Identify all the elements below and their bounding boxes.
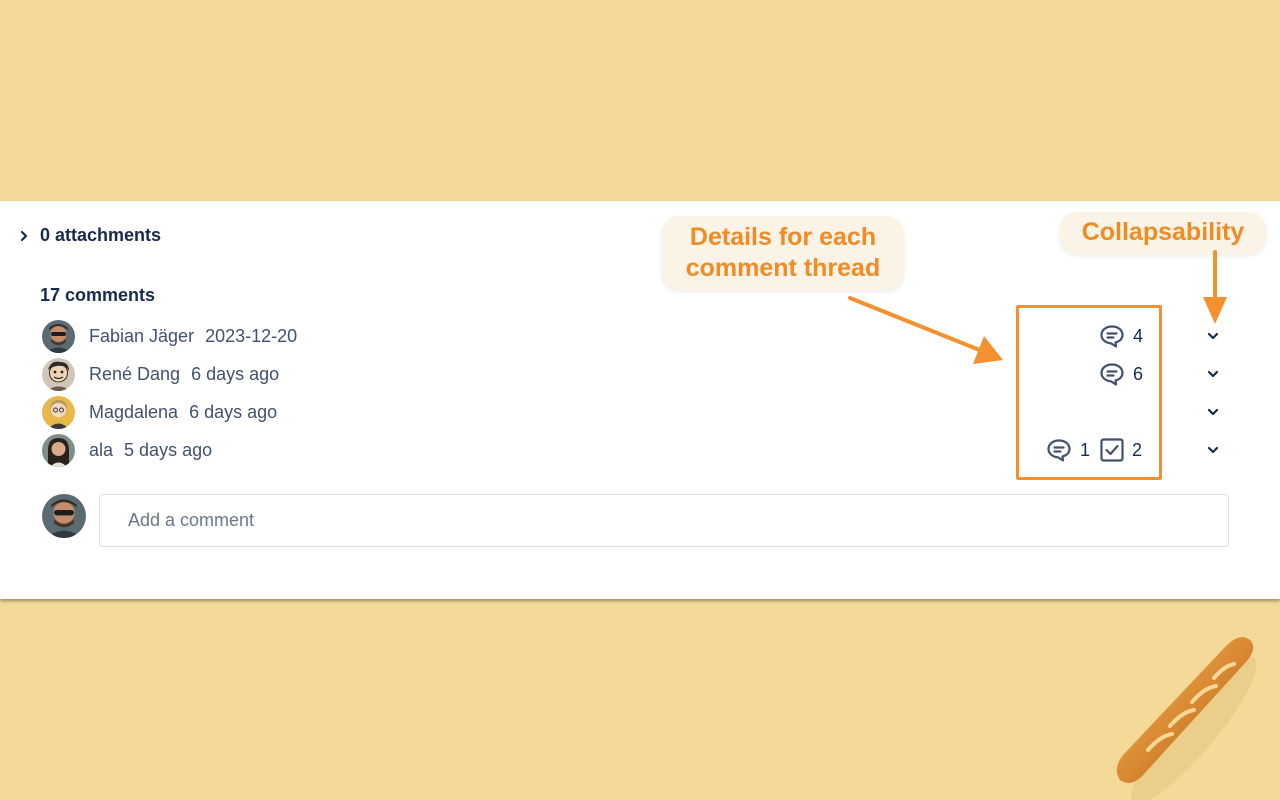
chevron-down-icon	[1207, 441, 1219, 459]
details-callout-line2: comment thread	[685, 254, 881, 282]
details-callout: Details for each comment thread	[662, 216, 904, 290]
details-callout-line1: Details for each	[689, 223, 877, 251]
comment-author[interactable]: Magdalena	[89, 402, 178, 423]
comment-date: 6 days ago	[191, 363, 280, 384]
collapsability-callout: Collapsability	[1060, 212, 1266, 254]
thread-collapse-toggle[interactable]	[1204, 328, 1222, 344]
thread-collapse-toggle[interactable]	[1204, 442, 1222, 458]
comment-author[interactable]: Fabian Jäger	[89, 326, 194, 347]
baguette-icon	[1098, 618, 1280, 800]
chevron-right-icon	[18, 230, 30, 242]
add-comment-input[interactable]	[99, 494, 1229, 547]
comment-author[interactable]: ala	[89, 440, 113, 461]
thread-collapse-toggle[interactable]	[1204, 404, 1222, 420]
comment-date: 5 days ago	[124, 439, 213, 460]
avatar[interactable]	[42, 357, 75, 391]
avatar[interactable]	[42, 433, 75, 467]
chevron-down-icon	[1207, 403, 1219, 421]
attachments-label: 0 attachments	[40, 225, 162, 245]
chevron-down-icon	[1207, 365, 1219, 383]
avatar[interactable]	[42, 395, 75, 429]
comment-date: 6 days ago	[189, 401, 278, 422]
thread-collapse-toggle[interactable]	[1204, 366, 1222, 382]
comments-count-heading: 17 comments	[40, 285, 156, 305]
thread-details-highlight	[1016, 305, 1162, 480]
chevron-down-icon	[1207, 327, 1219, 345]
avatar	[42, 494, 86, 538]
comment-date: 2023-12-20	[205, 325, 298, 346]
attachments-toggle[interactable]: 0 attachments	[18, 225, 161, 246]
comment-author[interactable]: René Dang	[89, 364, 180, 385]
avatar[interactable]	[42, 319, 75, 353]
